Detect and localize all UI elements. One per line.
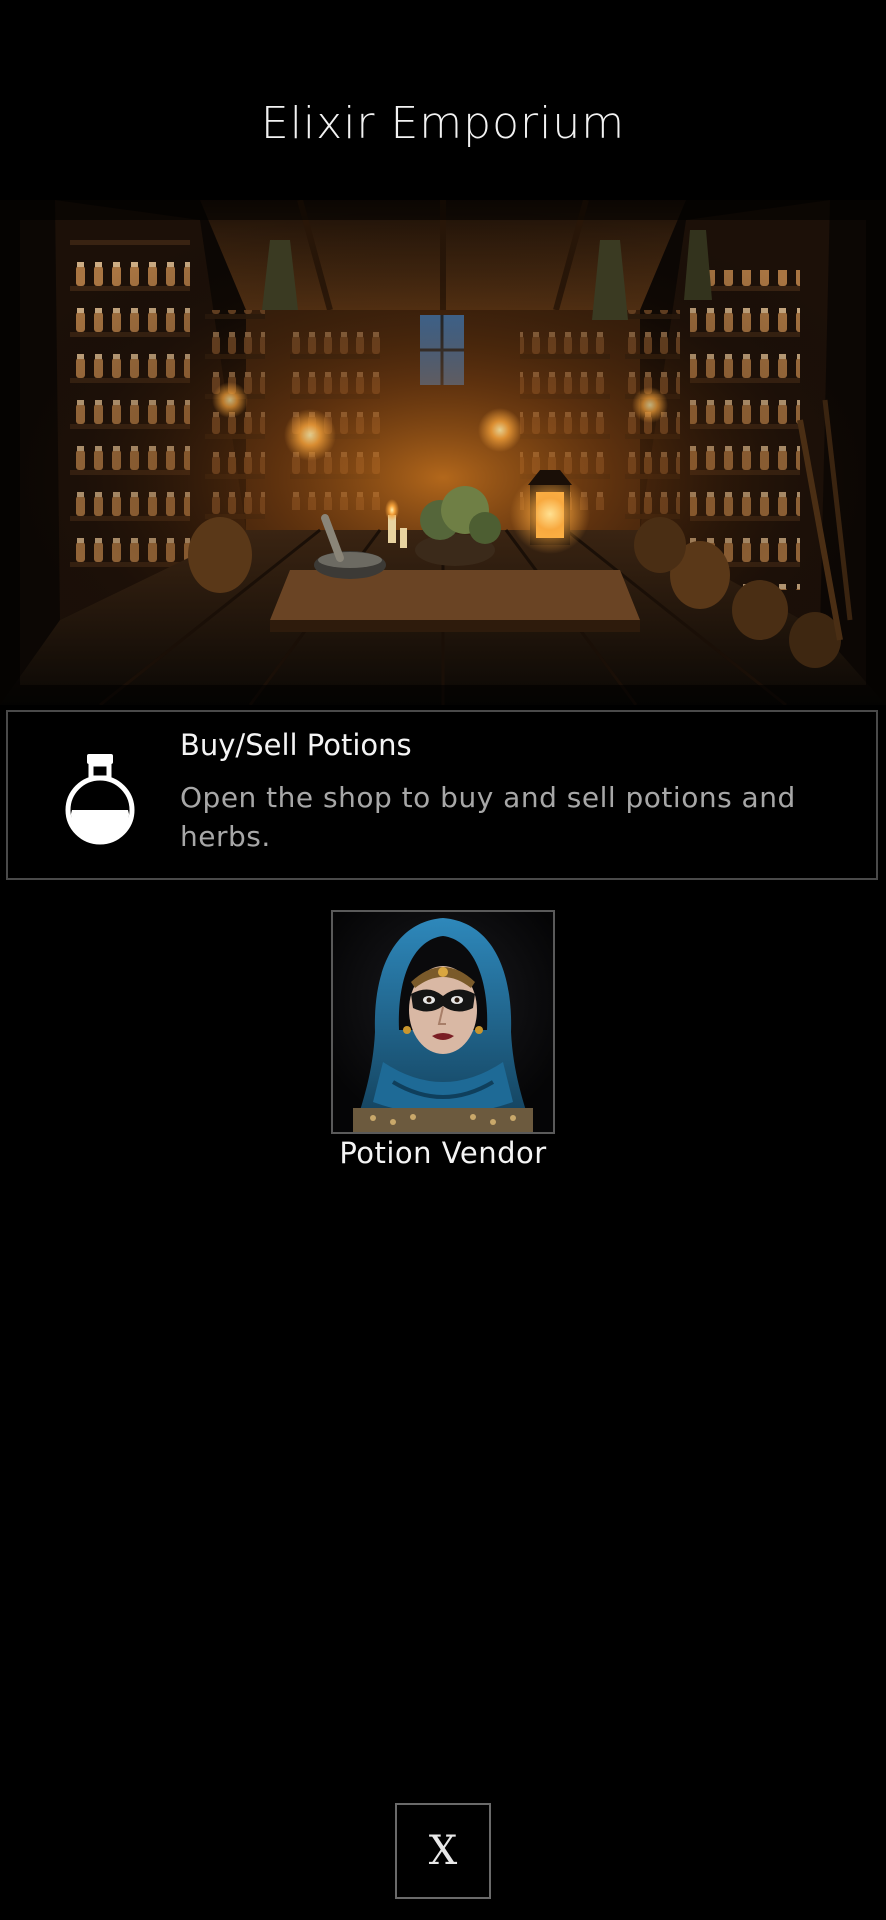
potion-flask-icon <box>60 748 140 848</box>
apothecary-illustration <box>0 200 886 705</box>
hooded-woman-portrait <box>333 912 553 1132</box>
npc-potion-vendor[interactable]: Potion Vendor <box>331 910 555 1170</box>
action-title: Buy/Sell Potions <box>180 728 412 762</box>
npc-portrait[interactable] <box>331 910 555 1134</box>
action-description: Open the shop to buy and sell potions an… <box>180 781 796 853</box>
shop-screen: Elixir Emporium Buy/Sell Potions Open th… <box>0 0 886 1920</box>
close-button[interactable]: X <box>395 1803 491 1899</box>
buy-sell-potions-button[interactable]: Buy/Sell Potions Open the shop to buy an… <box>6 710 878 880</box>
page-title: Elixir Emporium <box>260 98 626 149</box>
shop-scene-image <box>0 200 886 705</box>
npc-name: Potion Vendor <box>339 1136 547 1170</box>
